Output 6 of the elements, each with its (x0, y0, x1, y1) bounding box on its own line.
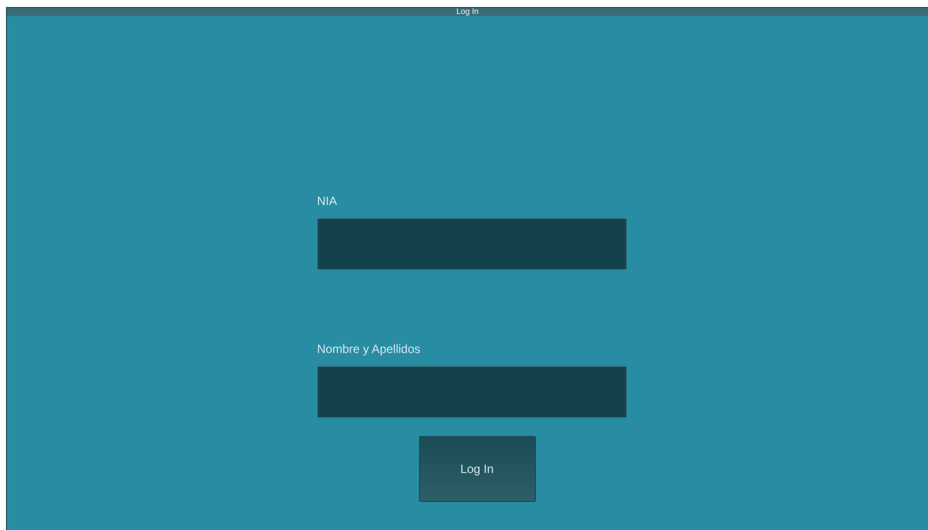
field-label: NIA (317, 194, 338, 208)
field-label: Nombre y Apellidos (317, 342, 420, 356)
input-field[interactable] (317, 218, 627, 270)
window-title: Log In (456, 8, 479, 16)
login-button[interactable]: Log In (418, 436, 536, 502)
input-field[interactable] (317, 366, 627, 418)
